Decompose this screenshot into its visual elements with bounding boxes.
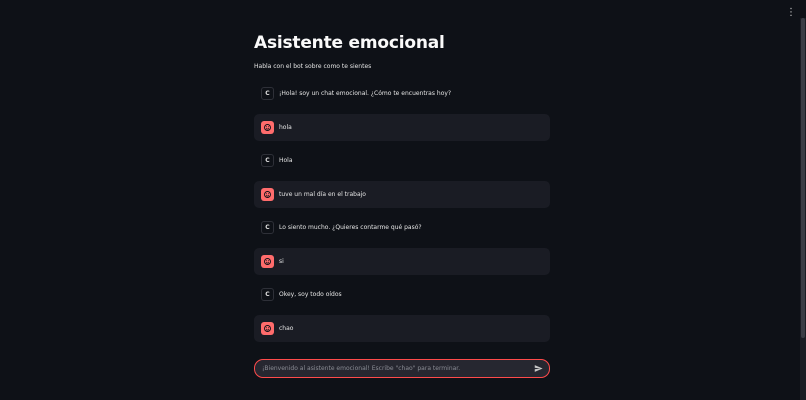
chat-input-container <box>254 359 550 378</box>
assistant-message: C ¡Hola! soy un chat emocional. ¿Cómo te … <box>254 80 550 107</box>
page-title: Asistente emocional <box>254 33 445 53</box>
app-page: ⋮ Asistente emocional Habla con el bot s… <box>0 0 806 400</box>
smiley-icon <box>261 188 274 201</box>
send-button[interactable] <box>530 361 546 377</box>
main-menu-button[interactable]: ⋮ <box>786 6 796 20</box>
chat-input[interactable] <box>255 360 530 377</box>
smiley-icon <box>261 322 274 335</box>
assistant-avatar: C <box>261 87 274 100</box>
message-text: tuve un mal día en el trabajo <box>279 191 366 198</box>
user-message: hola <box>254 114 550 141</box>
more-vertical-icon: ⋮ <box>786 7 796 18</box>
message-text: Okey, soy todo oídos <box>279 291 342 298</box>
scrollbar[interactable] <box>800 18 806 400</box>
user-message: chao <box>254 315 550 342</box>
assistant-avatar: C <box>261 154 274 167</box>
message-text: Hola <box>279 157 293 164</box>
message-text: Lo siento mucho. ¿Quieres contarme qué p… <box>279 224 422 231</box>
scrollbar-thumb[interactable] <box>801 18 805 338</box>
smiley-icon <box>261 121 274 134</box>
message-text: hola <box>279 124 292 131</box>
page-subtitle: Habla con el bot sobre como te sientes <box>254 63 372 70</box>
assistant-message: C Hola <box>254 147 550 174</box>
assistant-avatar: C <box>261 221 274 234</box>
user-message: si <box>254 248 550 275</box>
message-text: si <box>279 258 284 265</box>
assistant-avatar: C <box>261 288 274 301</box>
send-icon <box>534 365 543 372</box>
assistant-message: C Lo siento mucho. ¿Quieres contarme qué … <box>254 214 550 241</box>
assistant-message: C Okey, soy todo oídos <box>254 281 550 308</box>
smiley-icon <box>261 255 274 268</box>
message-text: ¡Hola! soy un chat emocional. ¿Cómo te e… <box>279 90 452 97</box>
user-message: tuve un mal día en el trabajo <box>254 181 550 208</box>
message-text: chao <box>279 325 294 332</box>
